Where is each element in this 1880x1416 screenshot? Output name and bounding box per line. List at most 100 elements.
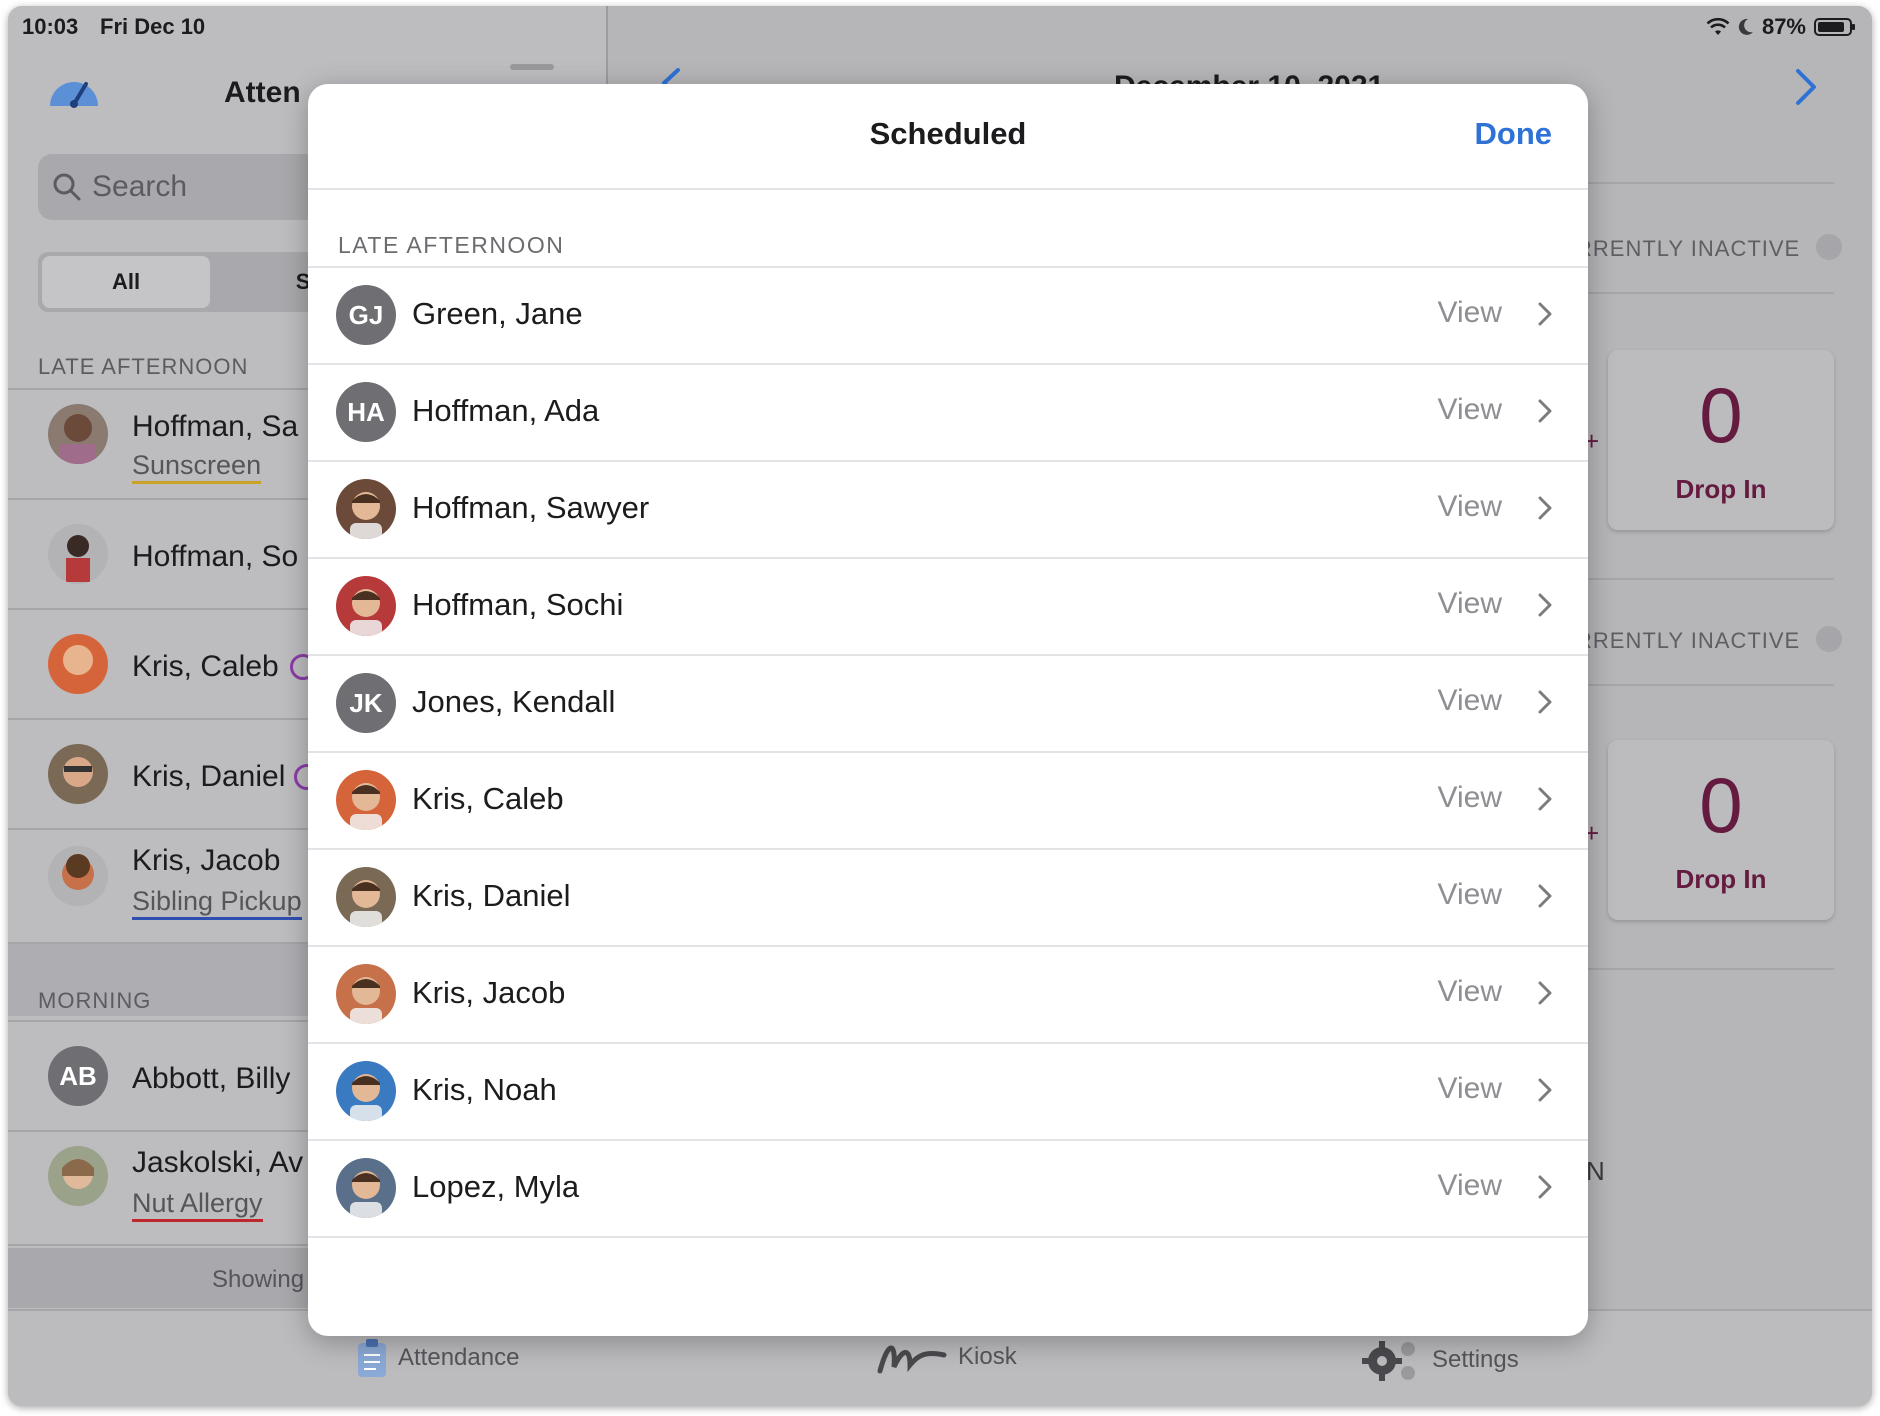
inactive-toggle[interactable] — [1816, 234, 1842, 260]
view-button[interactable]: View — [1438, 587, 1502, 621]
showing-count-text: Showing — [212, 1266, 305, 1293]
sidebar-title: Atten — [224, 76, 301, 109]
wifi-icon — [1706, 18, 1730, 35]
done-button[interactable]: Done — [1475, 116, 1553, 152]
ipad-screen: 10:03 Fri Dec 10 87% Atten Search All LA… — [8, 6, 1872, 1406]
child-name: Kris, Jacob — [132, 844, 281, 877]
list-item[interactable]: Hoffman, Sawyer View — [308, 462, 1588, 559]
chevron-right-icon — [1538, 593, 1552, 617]
child-photo-avatar — [48, 846, 108, 906]
child-photo-avatar — [48, 404, 108, 464]
signature-icon — [877, 1345, 947, 1374]
battery-percent: 87% — [1761, 14, 1806, 39]
child-name: Lopez, Myla — [412, 1169, 580, 1204]
child-note: Sunscreen — [132, 450, 262, 484]
chevron-right-icon — [1538, 496, 1552, 520]
child-name: Hoffman, Sochi — [412, 587, 624, 622]
child-photo-avatar — [336, 770, 396, 830]
initials-avatar: GJ — [336, 285, 396, 345]
view-button[interactable]: View — [1438, 781, 1502, 815]
clipboard-icon — [358, 1339, 386, 1377]
child-name: Green, Jane — [412, 296, 583, 331]
tab-kiosk[interactable]: Kiosk — [876, 1337, 1017, 1377]
battery-icon — [1814, 18, 1855, 36]
section-header-late-afternoon: LATE AFTERNOON — [338, 232, 565, 258]
search-icon — [53, 173, 81, 201]
child-name: Hoffman, Sawyer — [412, 490, 650, 525]
view-button[interactable]: View — [1438, 975, 1502, 1009]
next-day-chevron-icon[interactable] — [1794, 68, 1818, 106]
modal-header: Scheduled Done — [308, 84, 1588, 190]
dashboard-gauge-icon[interactable] — [46, 66, 102, 110]
child-note: Sibling Pickup — [132, 886, 302, 920]
section-header-late-afternoon: LATE AFTERNOON — [38, 354, 249, 379]
child-name: Abbott, Billy — [132, 1062, 291, 1095]
segment-all[interactable]: All — [42, 256, 210, 308]
child-photo-avatar — [48, 634, 108, 694]
chevron-right-icon — [1538, 1078, 1552, 1102]
initials-avatar: JK — [336, 673, 396, 733]
view-button[interactable]: View — [1438, 878, 1502, 912]
moon-icon — [1738, 18, 1753, 35]
status-date: Fri Dec 10 — [100, 14, 206, 39]
drop-in-label: Drop In — [1675, 474, 1767, 504]
inactive-toggle[interactable] — [1816, 626, 1842, 652]
view-button[interactable]: View — [1438, 1072, 1502, 1106]
initials-avatar: AB — [48, 1046, 108, 1106]
child-photo-avatar — [336, 1158, 396, 1218]
chevron-right-icon — [1538, 302, 1552, 326]
child-photo-avatar — [336, 576, 396, 636]
child-photo-avatar — [336, 1061, 396, 1121]
list-item[interactable]: Kris, Jacob View — [308, 947, 1588, 1044]
detail-stub-text: N — [1586, 1156, 1605, 1186]
drop-in-card[interactable]: 0 Drop In — [1608, 350, 1834, 530]
status-bar: 10:03 Fri Dec 10 87% — [8, 6, 1872, 50]
initials-avatar: HA — [336, 382, 396, 442]
child-name: Hoffman, Ada — [412, 393, 600, 428]
list-item[interactable]: JK Jones, Kendall View — [308, 656, 1588, 753]
drop-in-card[interactable]: 0 Drop In — [1608, 740, 1834, 920]
tab-label: Settings — [1432, 1346, 1519, 1373]
status-right: 87% — [1706, 14, 1855, 40]
drop-in-count: 0 — [1699, 371, 1743, 459]
list-item[interactable]: Kris, Daniel View — [308, 850, 1588, 947]
child-name: Kris, Jacob — [412, 975, 566, 1010]
child-photo-avatar — [336, 479, 396, 539]
chevron-right-icon — [1538, 1175, 1552, 1199]
child-name: Hoffman, So — [132, 540, 299, 573]
section-header-morning: MORNING — [38, 988, 152, 1013]
chevron-right-icon — [1538, 399, 1552, 423]
child-name: Kris, Noah — [412, 1072, 557, 1107]
child-name: Hoffman, Sa — [132, 410, 299, 443]
view-button[interactable]: View — [1438, 490, 1502, 524]
inactive-label: RRENTLY INACTIVE — [1576, 628, 1801, 653]
list-item[interactable]: GJ Green, Jane View — [308, 268, 1588, 365]
sidebar-handle[interactable] — [510, 64, 554, 70]
child-name: Kris, Caleb — [412, 781, 564, 816]
scheduled-list: GJ Green, Jane View HA Hoffman, Ada View Hoffm… — [308, 266, 1588, 1238]
search-placeholder: Search — [92, 170, 188, 203]
modal-title: Scheduled — [869, 116, 1027, 151]
list-item[interactable]: Lopez, Myla View — [308, 1141, 1588, 1238]
inactive-label: RRENTLY INACTIVE — [1576, 236, 1801, 261]
child-name: Kris, Daniel — [132, 760, 286, 793]
child-photo-avatar — [336, 964, 396, 1024]
child-photo-avatar — [48, 744, 108, 804]
status-time: 10:03 — [22, 14, 79, 39]
list-item[interactable]: Hoffman, Sochi View — [308, 559, 1588, 656]
tab-label: Kiosk — [958, 1343, 1017, 1370]
tab-settings[interactable]: Settings — [1360, 1337, 1519, 1383]
tab-attendance[interactable]: Attendance — [356, 1337, 519, 1379]
list-item[interactable]: Kris, Caleb View — [308, 753, 1588, 850]
view-button[interactable]: View — [1438, 1169, 1502, 1203]
list-item[interactable]: Kris, Noah View — [308, 1044, 1588, 1141]
view-button[interactable]: View — [1438, 684, 1502, 718]
drop-in-label: Drop In — [1675, 864, 1767, 894]
child-name: Kris, Daniel — [412, 878, 571, 913]
list-item[interactable]: HA Hoffman, Ada View — [308, 365, 1588, 462]
child-name: Jones, Kendall — [412, 684, 616, 719]
chevron-right-icon — [1538, 981, 1552, 1005]
view-button[interactable]: View — [1438, 393, 1502, 427]
view-button[interactable]: View — [1438, 296, 1502, 330]
child-photo-avatar — [48, 524, 108, 584]
